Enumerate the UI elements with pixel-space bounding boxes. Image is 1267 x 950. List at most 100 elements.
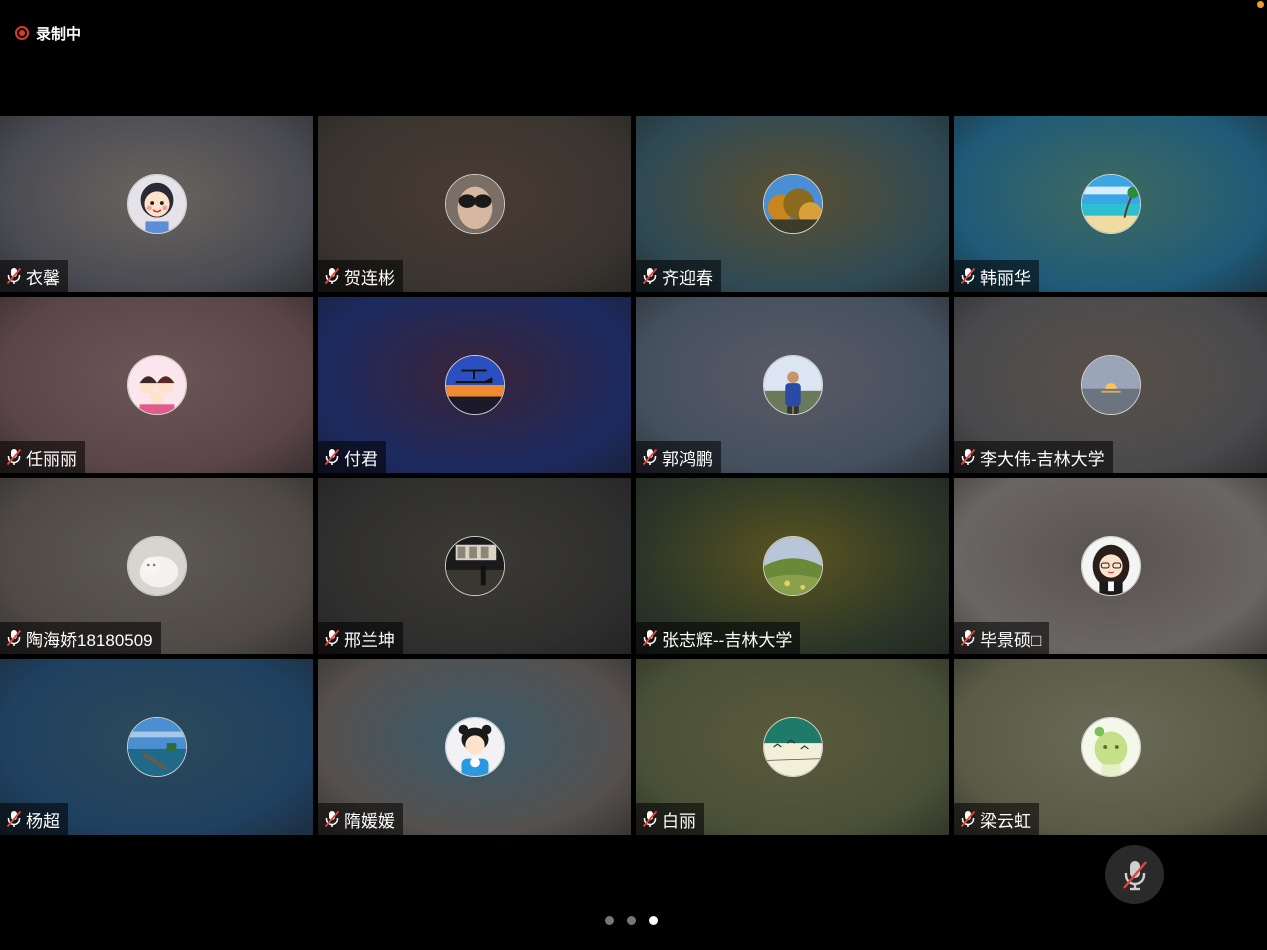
avatar-image [1081,175,1140,233]
participant-tile[interactable]: 衣馨 [0,116,313,292]
participant-name: 任丽丽 [26,449,77,469]
participant-name-tag: 任丽丽 [0,441,85,473]
participant-tile[interactable]: 白丽 [636,659,949,835]
avatar-image [445,718,504,776]
page-dot[interactable] [649,916,658,925]
avatar-image [763,718,822,776]
participant-name: 杨超 [26,811,60,831]
avatar-image [763,175,822,233]
record-icon [15,26,29,40]
participant-tile[interactable]: 隋媛媛 [318,659,631,835]
page-indicator [605,916,658,925]
participant-avatar [444,174,505,234]
participant-avatar [1080,355,1141,415]
participant-avatar [762,717,823,777]
participant-name-tag: 邢兰坤 [318,622,403,654]
participant-name-tag: 梁云虹 [954,803,1039,835]
participant-avatar [1080,717,1141,777]
participant-name-tag: 毕景硕□ [954,622,1050,654]
participant-tile[interactable]: 张志辉--吉林大学 [636,478,949,654]
participant-name-tag: 贺连彬 [318,260,403,292]
mic-muted-icon [960,810,976,828]
avatar-image [127,537,186,595]
participant-tile[interactable]: 陶海娇18180509 [0,478,313,654]
mic-muted-icon [960,267,976,285]
participant-name-tag: 李大伟-吉林大学 [954,441,1113,473]
page-dot[interactable] [605,916,614,925]
participant-avatar [126,717,187,777]
participant-name: 白丽 [662,811,696,831]
participant-name: 李大伟-吉林大学 [980,449,1105,469]
participant-avatar [126,174,187,234]
participant-tile[interactable]: 齐迎春 [636,116,949,292]
participant-tile[interactable]: 郭鸿鹏 [636,297,949,473]
participant-name-tag: 郭鸿鹏 [636,441,721,473]
participant-name-tag: 付君 [318,441,386,473]
participant-tile[interactable]: 毕景硕□ [954,478,1267,654]
mic-muted-icon [324,448,340,466]
mic-muted-icon [960,629,976,647]
avatar-image [763,356,822,414]
avatar-image [127,175,186,233]
avatar-image [445,537,504,595]
participant-avatar [126,355,187,415]
participant-avatar [762,355,823,415]
participant-name-tag: 齐迎春 [636,260,721,292]
participant-grid: 衣馨 贺连彬 齐迎春 韩丽华任丽丽 付君 郭鸿鹏 李大伟-吉林大学陶海娇18180509 邢兰… [0,116,1267,836]
participant-tile[interactable]: 梁云虹 [954,659,1267,835]
participant-avatar [1080,174,1141,234]
participant-name: 陶海娇18180509 [26,630,153,650]
participant-name: 贺连彬 [344,268,395,288]
avatar-image [1081,356,1140,414]
participant-tile[interactable]: 付君 [318,297,631,473]
mic-muted-icon [642,629,658,647]
mic-muted-icon [6,448,22,466]
participant-avatar [444,717,505,777]
avatar-image [1081,718,1140,776]
participant-name: 张志辉--吉林大学 [662,630,793,650]
participant-tile[interactable]: 杨超 [0,659,313,835]
avatar-image [1081,537,1140,595]
mic-muted-icon [642,810,658,828]
participant-name-tag: 韩丽华 [954,260,1039,292]
mic-muted-icon [1122,860,1147,890]
participant-name-tag: 隋媛媛 [318,803,403,835]
avatar-image [127,718,186,776]
participant-tile[interactable]: 邢兰坤 [318,478,631,654]
participant-avatar [444,355,505,415]
avatar-image [127,356,186,414]
participant-avatar [1080,536,1141,596]
participant-tile[interactable]: 贺连彬 [318,116,631,292]
participant-name-tag: 衣馨 [0,260,68,292]
mic-muted-icon [324,267,340,285]
mic-muted-icon [6,629,22,647]
participant-name: 邢兰坤 [344,630,395,650]
mic-muted-icon [642,267,658,285]
mic-muted-icon [6,810,22,828]
participant-name: 隋媛媛 [344,811,395,831]
mic-muted-icon [6,267,22,285]
participant-name-tag: 陶海娇18180509 [0,622,161,654]
status-dot [1257,1,1264,8]
recording-indicator: 录制中 [15,22,81,44]
mic-muted-icon [642,448,658,466]
participant-name: 郭鸿鹏 [662,449,713,469]
participant-avatar [762,174,823,234]
participant-name: 毕景硕□ [980,630,1042,650]
avatar-image [445,356,504,414]
page-dot[interactable] [627,916,636,925]
participant-tile[interactable]: 韩丽华 [954,116,1267,292]
participant-name-tag: 张志辉--吉林大学 [636,622,801,654]
mic-muted-icon [324,810,340,828]
avatar-image [445,175,504,233]
avatar-image [763,537,822,595]
participant-tile[interactable]: 李大伟-吉林大学 [954,297,1267,473]
mute-toggle-button[interactable] [1105,845,1164,904]
participant-avatar [444,536,505,596]
participant-tile[interactable]: 任丽丽 [0,297,313,473]
participant-name: 梁云虹 [980,811,1031,831]
participant-name: 韩丽华 [980,268,1031,288]
mic-muted-icon [960,448,976,466]
mic-muted-icon [324,629,340,647]
participant-avatar [762,536,823,596]
